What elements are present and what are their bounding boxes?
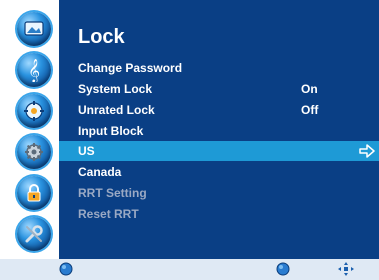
menu-item-label: Unrated Lock bbox=[78, 103, 155, 117]
menu-item-input-block[interactable]: Input Block bbox=[59, 121, 379, 141]
bottom-help-bar bbox=[0, 259, 379, 280]
left-menu-rail: 𝄞 bbox=[0, 0, 59, 259]
setup-icon[interactable] bbox=[17, 94, 51, 128]
tv-osd-screen: 𝄞 Lock Change Password System Lock On Un… bbox=[0, 0, 379, 280]
menu-item-label: US bbox=[78, 144, 95, 158]
tools-icon[interactable] bbox=[17, 217, 51, 251]
menu-item-label: RRT Setting bbox=[78, 186, 147, 200]
menu-item-label: Change Password bbox=[78, 61, 183, 75]
menu-item-us[interactable]: US bbox=[59, 141, 379, 161]
menu-item-label: Canada bbox=[78, 165, 122, 179]
menu-item-canada[interactable]: Canada bbox=[59, 162, 379, 182]
menu-item-rrt-setting: RRT Setting bbox=[59, 183, 379, 203]
channel-icon[interactable] bbox=[17, 135, 51, 169]
menu-button-icon bbox=[59, 262, 73, 276]
menu-title: Lock bbox=[78, 26, 125, 48]
lock-icon[interactable] bbox=[17, 176, 51, 210]
navigate-arrows-icon bbox=[338, 262, 354, 276]
menu-item-label: Reset RRT bbox=[78, 207, 139, 221]
menu-item-reset-rrt: Reset RRT bbox=[59, 204, 379, 224]
enter-button-icon bbox=[276, 262, 290, 276]
menu-item-unrated-lock[interactable]: Unrated Lock Off bbox=[59, 100, 379, 120]
menu-item-change-password[interactable]: Change Password bbox=[59, 58, 379, 78]
menu-item-label: System Lock bbox=[78, 82, 153, 96]
lock-menu-panel: Lock Change Password System Lock On Unra… bbox=[59, 0, 379, 259]
menu-item-label: Input Block bbox=[78, 124, 144, 138]
svg-text:𝄞: 𝄞 bbox=[28, 58, 40, 82]
menu-item-value: On bbox=[301, 82, 318, 96]
menu-item-value: Off bbox=[301, 103, 319, 117]
submenu-arrow-icon bbox=[359, 144, 375, 158]
audio-icon[interactable]: 𝄞 bbox=[17, 53, 51, 87]
menu-item-system-lock[interactable]: System Lock On bbox=[59, 79, 379, 99]
picture-icon[interactable] bbox=[17, 12, 51, 46]
